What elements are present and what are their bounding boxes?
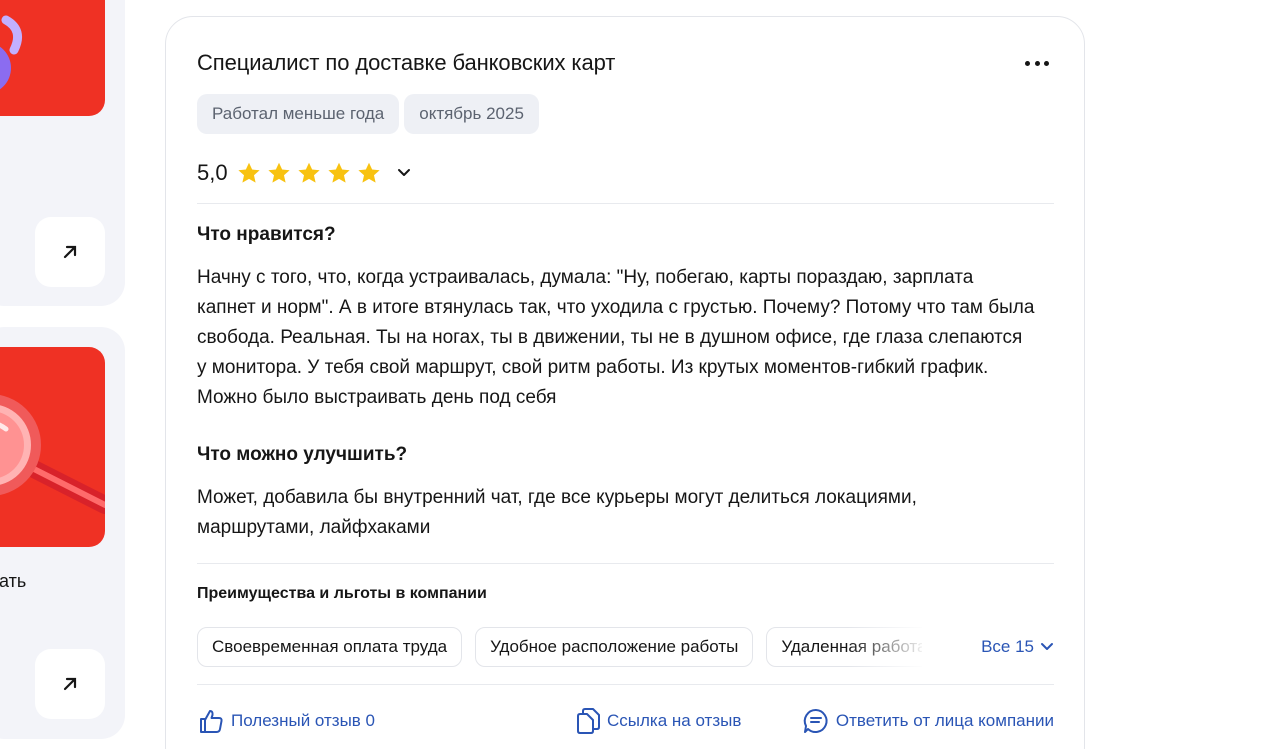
star-icon: [237, 162, 260, 183]
reply-as-company-label: Ответить от лица компании: [835, 711, 1054, 730]
perks-heading: Преимущества и льготы в компании: [197, 585, 487, 602]
thumbs-up-icon: [200, 710, 223, 733]
divider: [197, 563, 1054, 564]
more-options-button[interactable]: [1022, 53, 1052, 73]
review-link-button[interactable]: Ссылка на отзыв: [575, 707, 741, 735]
promo-partial-text: ачать: [0, 571, 27, 591]
likes-text: Начну с того, что, когда устраивалась, д…: [197, 267, 1035, 408]
review-actions: Полезный отзыв 0 Ссылка на отзыв Ответит…: [197, 707, 1054, 739]
more-dots-icon: [1025, 60, 1030, 66]
perks-all-label: Все 15: [981, 637, 1034, 656]
review-tags: Работал меньше года октябрь 2025: [197, 94, 539, 134]
perks-all-button[interactable]: Все 15: [981, 637, 1054, 657]
star-icon: [327, 162, 350, 183]
review-card: Специалист по доставке банковских карт Р…: [165, 16, 1085, 749]
open-arrow-button[interactable]: [35, 649, 105, 719]
divider: [197, 684, 1054, 685]
chevron-down-icon: [397, 169, 410, 176]
arrow-up-right-icon: [63, 677, 77, 691]
chevron-down-icon: [1041, 643, 1053, 650]
tag-date: октябрь 2025: [404, 94, 539, 134]
review-link-label: Ссылка на отзыв: [607, 711, 742, 730]
perk-chip[interactable]: Удобное расположение работы: [475, 627, 754, 667]
review-title: Специалист по доставке банковских карт: [197, 50, 616, 75]
rating-value: 5,0: [197, 160, 228, 185]
star-icon: [357, 162, 380, 183]
rating-expand-button[interactable]: [394, 163, 414, 183]
improve-text: Может, добавила бы внутренний чат, где в…: [197, 487, 917, 538]
tag-tenure: Работал меньше года: [197, 94, 400, 134]
promo-card-bottom: ачать: [0, 327, 125, 739]
perks-list: Своевременная оплата труда Удобное распо…: [197, 627, 922, 667]
helpful-button[interactable]: Полезный отзыв 0: [197, 707, 375, 735]
rating-stars: [236, 160, 382, 186]
reply-as-company-button[interactable]: Ответить от лица компании: [802, 707, 1054, 735]
promo-card-top: [0, 0, 125, 306]
star-icon: [267, 162, 290, 183]
chat-bubble-icon: [803, 708, 828, 733]
rating: 5,0: [197, 160, 414, 186]
copy-icon: [577, 708, 600, 734]
star-icon: [297, 162, 320, 183]
arrow-up-right-icon: [63, 245, 77, 259]
promo-illustration-top: [0, 0, 105, 116]
helpful-label: Полезный отзыв 0: [231, 711, 376, 730]
likes-heading: Что нравится?: [197, 224, 336, 245]
improve-heading: Что можно улучшить?: [197, 444, 408, 465]
divider: [197, 203, 1054, 204]
promo-illustration-magnifier: [0, 347, 105, 547]
open-arrow-button[interactable]: [35, 217, 105, 287]
perks-fade: [847, 627, 927, 667]
perk-chip[interactable]: Своевременная оплата труда: [197, 627, 463, 667]
